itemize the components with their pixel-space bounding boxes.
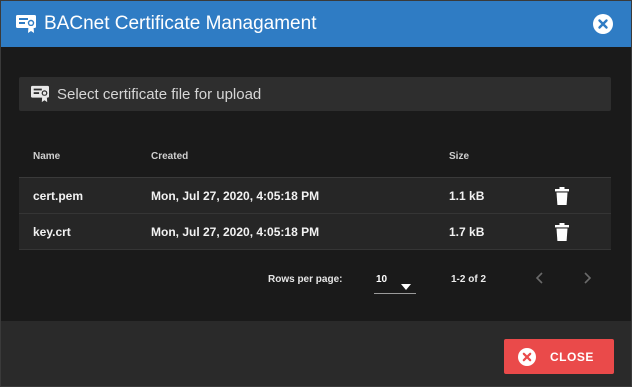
caret-down-icon bbox=[401, 277, 411, 295]
close-circle-icon bbox=[518, 348, 536, 366]
rows-per-page-value: 10 bbox=[376, 274, 388, 285]
certificate-table: Name Created Size cert.pem Mon, Jul 27, … bbox=[19, 139, 611, 250]
certificate-dialog: BACnet Certificate Managament Select cer… bbox=[0, 0, 632, 387]
close-button[interactable]: CLOSE bbox=[504, 339, 614, 374]
chevron-right-icon[interactable] bbox=[579, 270, 595, 286]
page-range: 1-2 of 2 bbox=[451, 274, 487, 285]
certificate-icon bbox=[15, 14, 37, 34]
table-header: Name Created Size bbox=[19, 139, 611, 178]
trash-icon[interactable] bbox=[555, 223, 569, 241]
table-pagination: Rows per page: 10 1-2 of 2 bbox=[19, 257, 611, 297]
column-header-created[interactable]: Created bbox=[151, 151, 188, 162]
cell-size: 1.1 kB bbox=[449, 189, 485, 203]
column-header-size[interactable]: Size bbox=[449, 151, 469, 162]
dialog-title: BACnet Certificate Managament bbox=[44, 13, 317, 34]
dialog-titlebar: BACnet Certificate Managament bbox=[1, 1, 631, 47]
rows-per-page-select[interactable]: 10 bbox=[374, 267, 416, 294]
chevron-left-icon[interactable] bbox=[532, 270, 548, 286]
cell-size: 1.7 kB bbox=[449, 225, 485, 239]
upload-file-button[interactable]: Select certificate file for upload bbox=[19, 77, 611, 111]
rows-per-page-label: Rows per page: bbox=[268, 274, 343, 285]
cell-created: Mon, Jul 27, 2020, 4:05:18 PM bbox=[151, 189, 320, 203]
certificate-icon bbox=[30, 85, 50, 103]
table-row: cert.pem Mon, Jul 27, 2020, 4:05:18 PM 1… bbox=[19, 178, 611, 214]
dialog-body: Select certificate file for upload Name … bbox=[1, 47, 631, 321]
upload-label: Select certificate file for upload bbox=[57, 86, 262, 103]
cell-created: Mon, Jul 27, 2020, 4:05:18 PM bbox=[151, 225, 320, 239]
trash-icon[interactable] bbox=[555, 187, 569, 205]
cell-name: cert.pem bbox=[33, 189, 84, 203]
column-header-name[interactable]: Name bbox=[33, 151, 60, 162]
dialog-footer: CLOSE bbox=[1, 321, 631, 386]
close-circle-icon[interactable] bbox=[593, 14, 613, 34]
close-button-label: CLOSE bbox=[550, 350, 594, 364]
table-row: key.crt Mon, Jul 27, 2020, 4:05:18 PM 1.… bbox=[19, 214, 611, 250]
cell-name: key.crt bbox=[33, 225, 71, 239]
